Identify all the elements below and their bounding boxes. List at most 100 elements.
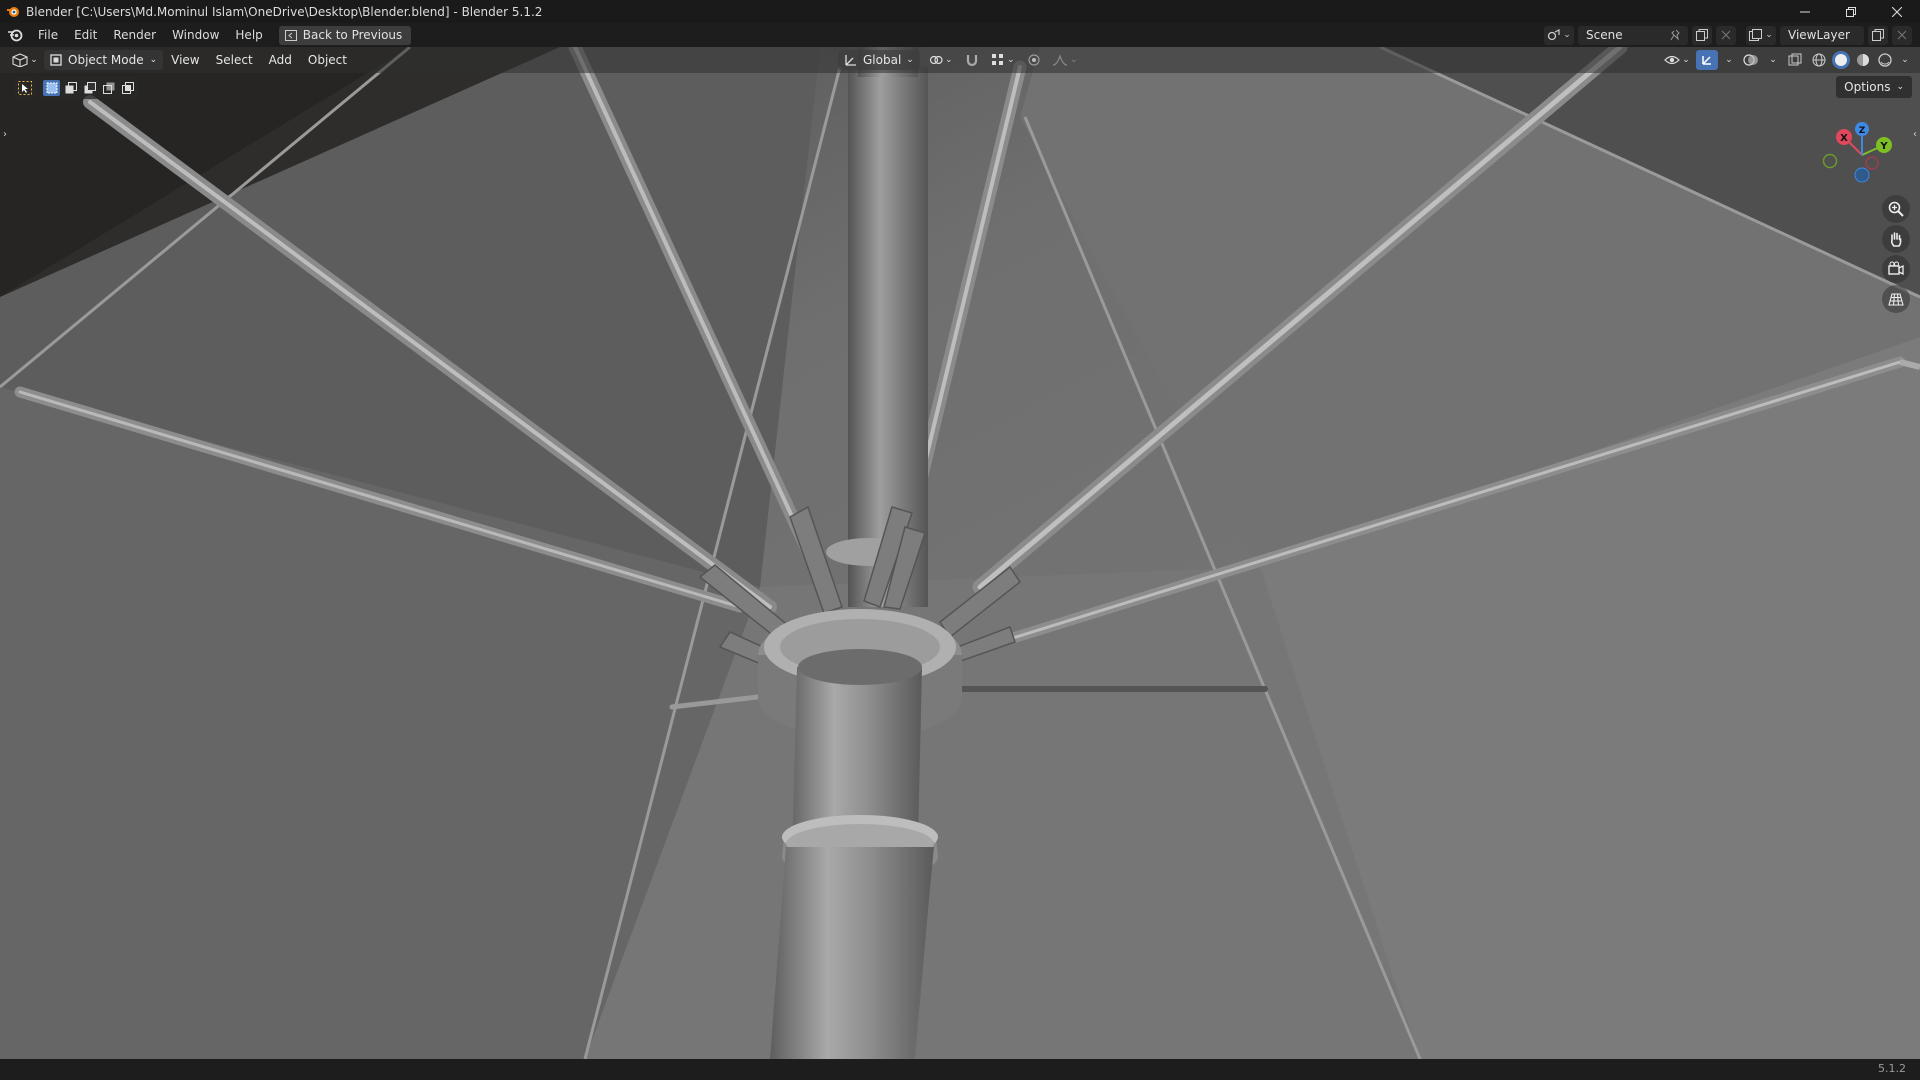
camera-icon [1888, 261, 1904, 276]
toggle-perspective-button[interactable] [1882, 285, 1910, 313]
blender-logo-icon [8, 29, 23, 42]
blender-menu-button[interactable] [0, 23, 30, 47]
proportional-falloff-button[interactable]: ⌄ [1050, 50, 1080, 70]
invert-selection-button[interactable] [100, 80, 117, 96]
eye-selectable-icon [1664, 55, 1681, 65]
subtract-selection-button[interactable] [81, 80, 98, 96]
close-icon [1897, 30, 1907, 40]
solid-sphere-icon [1835, 54, 1847, 66]
menu-view[interactable]: View [163, 53, 207, 67]
menu-object[interactable]: Object [300, 53, 355, 67]
menu-add[interactable]: Add [261, 53, 300, 67]
gizmo-z-label: Z [1859, 126, 1866, 136]
blender-app-icon [6, 5, 20, 19]
restore-icon [1846, 6, 1856, 17]
cursor-arrow-icon [18, 81, 32, 95]
pan-view-button[interactable] [1882, 225, 1910, 253]
zoom-magnifier-icon [1888, 201, 1904, 217]
tool-settings-row [14, 77, 139, 99]
gizmo-dropdown[interactable]: ⌄ [1722, 50, 1736, 70]
menu-edit[interactable]: Edit [66, 25, 105, 45]
snap-toggle[interactable] [962, 50, 982, 70]
toolbar-expand-arrow[interactable]: › [0, 127, 10, 141]
extend-selection-button[interactable] [62, 80, 79, 96]
chevron-down-icon: ⌄ [1682, 55, 1690, 65]
close-button[interactable] [1874, 0, 1920, 23]
close-icon [1721, 30, 1731, 40]
overlays-dropdown[interactable]: ⌄ [1766, 50, 1780, 70]
pivot-point-button[interactable]: ⌄ [926, 50, 956, 70]
menu-render[interactable]: Render [105, 25, 164, 45]
navigation-gizmo[interactable]: X Y Z [1822, 115, 1902, 195]
chevron-down-icon: ⌄ [1725, 55, 1733, 65]
view-layer-name-field[interactable]: ViewLayer [1780, 25, 1864, 45]
view-layer-selector-button[interactable]: ⌄ [1746, 25, 1776, 45]
chevron-down-icon: ⌄ [1769, 55, 1777, 65]
status-bar: 5.1.2 [0, 1059, 1920, 1080]
object-mode-dropdown[interactable]: Object Mode ⌄ [44, 50, 164, 70]
falloff-curve-icon [1052, 54, 1068, 66]
pivot-icon [929, 55, 943, 65]
3d-viewport[interactable]: ⌄ Object Mode ⌄ View Select Add Object G… [0, 47, 1920, 1059]
gizmo-toggle[interactable] [1696, 50, 1718, 70]
window-title-bar: Blender [C:\Users\Md.Mominul Islam\OneDr… [0, 0, 1920, 23]
select-tool-button[interactable] [14, 77, 36, 99]
camera-view-button[interactable] [1882, 255, 1910, 283]
3d-viewport-icon [12, 53, 28, 67]
snap-target-button[interactable]: ⌄ [988, 50, 1018, 70]
chevron-down-icon: ⌄ [906, 55, 914, 65]
intersect-selection-button[interactable] [119, 80, 136, 96]
hand-pan-icon [1890, 232, 1902, 247]
delete-scene-button[interactable] [1716, 25, 1736, 45]
select-intersect-icon [121, 82, 134, 94]
solid-shading-button[interactable] [1832, 51, 1850, 69]
object-mode-icon [50, 54, 62, 66]
menu-file[interactable]: File [30, 25, 66, 45]
duplicate-icon [1696, 29, 1708, 41]
proportional-editing-toggle[interactable] [1024, 50, 1044, 70]
transform-orientation-label: Global [863, 53, 902, 67]
shading-dropdown[interactable]: ⌄ [1898, 50, 1912, 70]
chevron-down-icon: ⌄ [1901, 55, 1909, 65]
xray-toggle[interactable] [1784, 50, 1806, 70]
xray-icon [1788, 53, 1802, 66]
back-to-previous-button[interactable]: Back to Previous [278, 25, 412, 45]
rendered-shading-button[interactable] [1876, 51, 1894, 69]
back-to-previous-label: Back to Previous [302, 28, 403, 42]
overlays-toggle[interactable] [1740, 50, 1762, 70]
scene-icon [1548, 29, 1560, 41]
chevron-down-icon: ⌄ [30, 55, 38, 65]
grid-perspective-icon [1888, 293, 1904, 306]
menu-select[interactable]: Select [208, 53, 261, 67]
scene-name-field[interactable]: Scene [1578, 25, 1688, 45]
menu-window[interactable]: Window [164, 25, 227, 45]
delete-view-layer-button[interactable] [1892, 25, 1912, 45]
wireframe-shading-button[interactable] [1810, 51, 1828, 69]
new-view-layer-button[interactable] [1868, 25, 1888, 45]
set-new-selection-button[interactable] [43, 80, 60, 96]
material-preview-button[interactable] [1854, 51, 1872, 69]
transform-orientation-dropdown[interactable]: Global ⌄ [838, 50, 920, 70]
close-icon [1892, 6, 1902, 17]
zoom-view-button[interactable] [1882, 195, 1910, 223]
pin-icon[interactable] [1670, 29, 1682, 41]
gizmo-icon [1702, 56, 1711, 65]
new-scene-button[interactable] [1692, 25, 1712, 45]
screen-back-icon [284, 29, 297, 41]
snap-grid-icon [992, 54, 1004, 65]
umbrella-3d-model[interactable] [0, 47, 1920, 1059]
options-dropdown[interactable]: Options ⌄ [1836, 76, 1912, 98]
top-menu-bar: File Edit Render Window Help Back to Pre… [0, 23, 1920, 47]
rendered-sphere-icon [1878, 53, 1892, 67]
scene-selector-button[interactable]: ⌄ [1544, 25, 1574, 45]
editor-type-button[interactable]: ⌄ [10, 50, 40, 70]
restore-button[interactable] [1828, 0, 1874, 23]
menu-help[interactable]: Help [227, 25, 270, 45]
minimize-button[interactable] [1782, 0, 1828, 23]
chevron-down-icon: ⌄ [1765, 30, 1773, 40]
sidebar-expand-arrow[interactable]: ‹ [1910, 127, 1920, 141]
chevron-down-icon: ⌄ [945, 55, 953, 65]
gizmo-y-label: Y [1879, 141, 1888, 152]
visibility-dropdown[interactable]: ⌄ [1662, 50, 1692, 70]
overlays-icon [1743, 54, 1758, 66]
